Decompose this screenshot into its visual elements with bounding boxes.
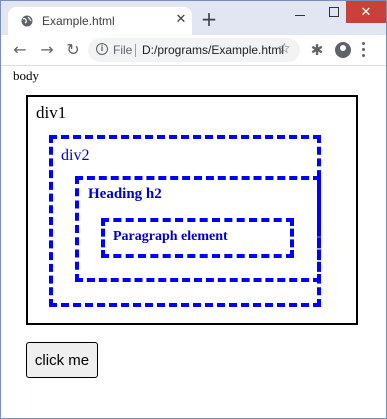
- profile-icon[interactable]: [335, 42, 351, 58]
- page-content: body div1 div2 Heading h2 Paragraph elem…: [1, 66, 386, 418]
- heading-h2: Heading h2: [88, 186, 162, 202]
- div2-label: div2: [61, 147, 90, 164]
- globe-icon: [21, 15, 33, 27]
- back-arrow-icon[interactable]: ←: [10, 40, 30, 60]
- address-separator: [135, 44, 136, 57]
- info-icon[interactable]: i: [96, 43, 108, 55]
- click-me-button[interactable]: click me: [26, 342, 98, 378]
- tab-example[interactable]: Example.html ✕: [8, 7, 192, 35]
- heading-box: Heading h2 Paragraph element: [75, 176, 321, 282]
- address-bar[interactable]: i File D:/programs/Example.html ☆: [88, 38, 300, 62]
- file-label: File: [113, 43, 133, 57]
- forward-arrow-icon[interactable]: →: [37, 40, 57, 60]
- div1-label: div1: [36, 103, 67, 122]
- reload-icon[interactable]: ↻: [63, 40, 83, 60]
- div2-box: div2 Heading h2 Paragraph element: [49, 135, 321, 307]
- minimize-button[interactable]: [283, 1, 317, 23]
- close-icon[interactable]: ✕: [174, 13, 188, 27]
- paragraph-box: Paragraph element: [101, 218, 294, 258]
- tab-title: Example.html: [42, 14, 115, 28]
- star-icon[interactable]: ☆: [278, 41, 291, 57]
- menu-icon[interactable]: [362, 42, 366, 58]
- body-label: body: [13, 68, 39, 83]
- div1-box: div1 div2 Heading h2 Paragraph element: [26, 95, 358, 325]
- paragraph-element: Paragraph element: [113, 229, 228, 244]
- tab-strip: Example.html ✕ + ✕: [1, 1, 386, 35]
- browser-toolbar: ← → ↻ i File D:/programs/Example.html ☆ …: [1, 35, 386, 66]
- puzzle-icon[interactable]: ✱: [307, 40, 327, 60]
- window-close-button[interactable]: ✕: [346, 1, 386, 23]
- plus-icon[interactable]: +: [199, 9, 219, 30]
- url-text[interactable]: D:/programs/Example.html: [142, 43, 284, 57]
- browser-window: Example.html ✕ + ✕ ← → ↻ i File D:/progr…: [0, 0, 387, 419]
